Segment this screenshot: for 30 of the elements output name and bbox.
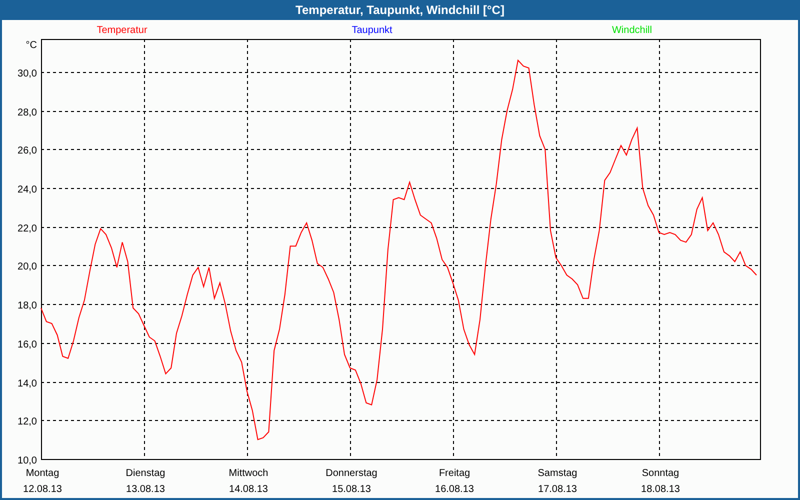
legend-label: Windchill xyxy=(610,24,653,36)
axis-label: °C xyxy=(26,40,37,51)
legend-label: Taupunkt xyxy=(350,24,394,36)
axis-label: 16,0 xyxy=(18,340,37,350)
legend-label: Temperatur xyxy=(96,24,148,36)
axis-label: Dienstag xyxy=(126,468,166,479)
axis-label: Donnerstag xyxy=(326,468,378,479)
axis-label: 17.08.13 xyxy=(538,484,577,495)
axis-label: 12.08.13 xyxy=(23,484,62,495)
window-title: Temperatur, Taupunkt, Windchill [°C] xyxy=(296,3,504,17)
axis-label: 10,0 xyxy=(18,456,37,466)
axis-label: 18,0 xyxy=(18,300,37,312)
axis-label: 22,0 xyxy=(18,224,37,234)
axis-label: Montag xyxy=(26,468,60,479)
axis-label: 14,0 xyxy=(18,378,37,390)
axis-label: 26,0 xyxy=(18,146,37,156)
axis-label: 15.08.13 xyxy=(332,484,371,495)
axis-label: 28,0 xyxy=(18,108,37,118)
axis-label: 14.08.13 xyxy=(229,484,268,495)
axis-label: 13.08.13 xyxy=(126,484,165,495)
axis-label: Mittwoch xyxy=(228,468,268,479)
axis-label: 18.08.13 xyxy=(641,484,680,495)
axis-label: Freitag xyxy=(438,468,470,479)
axis-label: 30,0 xyxy=(18,68,37,80)
axis-label: 20,0 xyxy=(18,262,37,272)
axis-label: 12,0 xyxy=(18,416,37,428)
axis-label: Sonntag xyxy=(642,468,680,479)
axis-label: Samstag xyxy=(538,468,578,479)
axis-label: 16.08.13 xyxy=(435,484,474,495)
axis-label: 24,0 xyxy=(18,184,37,196)
